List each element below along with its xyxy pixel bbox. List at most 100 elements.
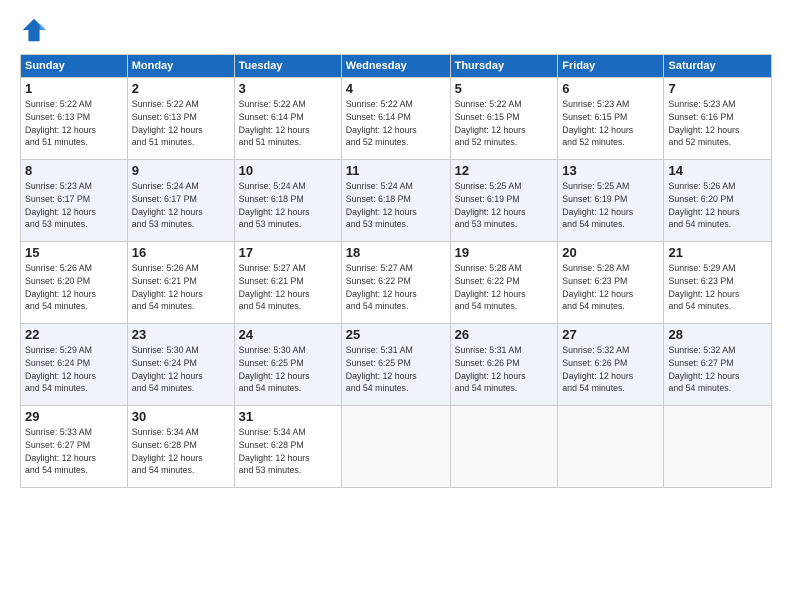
day-number: 26: [455, 327, 554, 342]
day-info: Sunrise: 5:26 AM Sunset: 6:20 PM Dayligh…: [668, 180, 767, 231]
col-header-thursday: Thursday: [450, 55, 558, 78]
calendar-cell: 9 Sunrise: 5:24 AM Sunset: 6:17 PM Daylig…: [127, 160, 234, 242]
day-number: 20: [562, 245, 659, 260]
day-number: 1: [25, 81, 123, 96]
header: [20, 16, 772, 44]
day-info: Sunrise: 5:34 AM Sunset: 6:28 PM Dayligh…: [239, 426, 337, 477]
day-info: Sunrise: 5:22 AM Sunset: 6:14 PM Dayligh…: [239, 98, 337, 149]
calendar-cell: 22 Sunrise: 5:29 AM Sunset: 6:24 PM Dayli…: [21, 324, 128, 406]
col-header-monday: Monday: [127, 55, 234, 78]
calendar-cell: 16 Sunrise: 5:26 AM Sunset: 6:21 PM Dayli…: [127, 242, 234, 324]
col-header-tuesday: Tuesday: [234, 55, 341, 78]
day-info: Sunrise: 5:27 AM Sunset: 6:21 PM Dayligh…: [239, 262, 337, 313]
day-info: Sunrise: 5:24 AM Sunset: 6:18 PM Dayligh…: [346, 180, 446, 231]
calendar-cell: 26 Sunrise: 5:31 AM Sunset: 6:26 PM Dayli…: [450, 324, 558, 406]
calendar-cell: 27Sunrise: 5:32 AM Sunset: 6:26 PM Dayli…: [558, 324, 664, 406]
day-info: Sunrise: 5:25 AM Sunset: 6:19 PM Dayligh…: [562, 180, 659, 231]
day-number: 25: [346, 327, 446, 342]
day-number: 8: [25, 163, 123, 178]
day-number: 17: [239, 245, 337, 260]
calendar-cell: 23 Sunrise: 5:30 AM Sunset: 6:24 PM Dayli…: [127, 324, 234, 406]
calendar-cell: 28Sunrise: 5:32 AM Sunset: 6:27 PM Dayli…: [664, 324, 772, 406]
calendar-cell: 15Sunrise: 5:26 AM Sunset: 6:20 PM Dayli…: [21, 242, 128, 324]
day-info: Sunrise: 5:34 AM Sunset: 6:28 PM Dayligh…: [132, 426, 230, 477]
day-info: Sunrise: 5:23 AM Sunset: 6:17 PM Dayligh…: [25, 180, 123, 231]
day-info: Sunrise: 5:29 AM Sunset: 6:24 PM Dayligh…: [25, 344, 123, 395]
col-header-wednesday: Wednesday: [341, 55, 450, 78]
calendar-cell: 30 Sunrise: 5:34 AM Sunset: 6:28 PM Dayli…: [127, 406, 234, 488]
col-header-friday: Friday: [558, 55, 664, 78]
day-number: 11: [346, 163, 446, 178]
page: SundayMondayTuesdayWednesdayThursdayFrid…: [0, 0, 792, 500]
day-number: 29: [25, 409, 123, 424]
week-row-1: 1 Sunrise: 5:22 AM Sunset: 6:13 PM Daylig…: [21, 78, 772, 160]
week-row-3: 15Sunrise: 5:26 AM Sunset: 6:20 PM Dayli…: [21, 242, 772, 324]
calendar-cell: 8 Sunrise: 5:23 AM Sunset: 6:17 PM Daylig…: [21, 160, 128, 242]
day-number: 28: [668, 327, 767, 342]
day-info: Sunrise: 5:25 AM Sunset: 6:19 PM Dayligh…: [455, 180, 554, 231]
day-number: 21: [668, 245, 767, 260]
logo: [20, 16, 50, 44]
day-number: 12: [455, 163, 554, 178]
day-info: Sunrise: 5:26 AM Sunset: 6:21 PM Dayligh…: [132, 262, 230, 313]
day-number: 22: [25, 327, 123, 342]
calendar-cell: 7Sunrise: 5:23 AM Sunset: 6:16 PM Daylig…: [664, 78, 772, 160]
day-number: 6: [562, 81, 659, 96]
week-row-2: 8 Sunrise: 5:23 AM Sunset: 6:17 PM Daylig…: [21, 160, 772, 242]
day-number: 9: [132, 163, 230, 178]
calendar-cell: 13Sunrise: 5:25 AM Sunset: 6:19 PM Dayli…: [558, 160, 664, 242]
day-info: Sunrise: 5:30 AM Sunset: 6:24 PM Dayligh…: [132, 344, 230, 395]
day-number: 7: [668, 81, 767, 96]
calendar-cell: 14 Sunrise: 5:26 AM Sunset: 6:20 PM Dayli…: [664, 160, 772, 242]
calendar-cell: 21 Sunrise: 5:29 AM Sunset: 6:23 PM Dayli…: [664, 242, 772, 324]
day-number: 2: [132, 81, 230, 96]
calendar-cell: 12 Sunrise: 5:25 AM Sunset: 6:19 PM Dayli…: [450, 160, 558, 242]
week-row-4: 22 Sunrise: 5:29 AM Sunset: 6:24 PM Dayli…: [21, 324, 772, 406]
day-info: Sunrise: 5:31 AM Sunset: 6:26 PM Dayligh…: [455, 344, 554, 395]
calendar-cell: 19 Sunrise: 5:28 AM Sunset: 6:22 PM Dayli…: [450, 242, 558, 324]
logo-icon: [20, 16, 48, 44]
day-info: Sunrise: 5:22 AM Sunset: 6:15 PM Dayligh…: [455, 98, 554, 149]
day-info: Sunrise: 5:24 AM Sunset: 6:17 PM Dayligh…: [132, 180, 230, 231]
day-number: 16: [132, 245, 230, 260]
calendar: SundayMondayTuesdayWednesdayThursdayFrid…: [20, 54, 772, 488]
calendar-cell: 31Sunrise: 5:34 AM Sunset: 6:28 PM Dayli…: [234, 406, 341, 488]
col-header-saturday: Saturday: [664, 55, 772, 78]
day-number: 19: [455, 245, 554, 260]
calendar-cell: 11 Sunrise: 5:24 AM Sunset: 6:18 PM Dayli…: [341, 160, 450, 242]
col-header-sunday: Sunday: [21, 55, 128, 78]
calendar-cell: 18 Sunrise: 5:27 AM Sunset: 6:22 PM Dayli…: [341, 242, 450, 324]
day-info: Sunrise: 5:33 AM Sunset: 6:27 PM Dayligh…: [25, 426, 123, 477]
day-info: Sunrise: 5:28 AM Sunset: 6:22 PM Dayligh…: [455, 262, 554, 313]
calendar-cell: [450, 406, 558, 488]
day-info: Sunrise: 5:29 AM Sunset: 6:23 PM Dayligh…: [668, 262, 767, 313]
day-info: Sunrise: 5:23 AM Sunset: 6:15 PM Dayligh…: [562, 98, 659, 149]
day-info: Sunrise: 5:30 AM Sunset: 6:25 PM Dayligh…: [239, 344, 337, 395]
calendar-cell: 10Sunrise: 5:24 AM Sunset: 6:18 PM Dayli…: [234, 160, 341, 242]
day-number: 14: [668, 163, 767, 178]
day-number: 27: [562, 327, 659, 342]
day-number: 5: [455, 81, 554, 96]
calendar-cell: [558, 406, 664, 488]
calendar-cell: 24 Sunrise: 5:30 AM Sunset: 6:25 PM Dayli…: [234, 324, 341, 406]
calendar-cell: 20Sunrise: 5:28 AM Sunset: 6:23 PM Dayli…: [558, 242, 664, 324]
week-row-5: 29 Sunrise: 5:33 AM Sunset: 6:27 PM Dayli…: [21, 406, 772, 488]
calendar-header-row: SundayMondayTuesdayWednesdayThursdayFrid…: [21, 55, 772, 78]
calendar-cell: [664, 406, 772, 488]
day-info: Sunrise: 5:22 AM Sunset: 6:13 PM Dayligh…: [25, 98, 123, 149]
calendar-cell: 25 Sunrise: 5:31 AM Sunset: 6:25 PM Dayli…: [341, 324, 450, 406]
calendar-cell: [341, 406, 450, 488]
day-number: 23: [132, 327, 230, 342]
day-number: 15: [25, 245, 123, 260]
day-number: 24: [239, 327, 337, 342]
calendar-cell: 2Sunrise: 5:22 AM Sunset: 6:13 PM Daylig…: [127, 78, 234, 160]
day-info: Sunrise: 5:24 AM Sunset: 6:18 PM Dayligh…: [239, 180, 337, 231]
calendar-cell: 29 Sunrise: 5:33 AM Sunset: 6:27 PM Dayli…: [21, 406, 128, 488]
day-info: Sunrise: 5:27 AM Sunset: 6:22 PM Dayligh…: [346, 262, 446, 313]
day-info: Sunrise: 5:22 AM Sunset: 6:14 PM Dayligh…: [346, 98, 446, 149]
day-number: 18: [346, 245, 446, 260]
calendar-cell: 1 Sunrise: 5:22 AM Sunset: 6:13 PM Daylig…: [21, 78, 128, 160]
day-number: 30: [132, 409, 230, 424]
day-info: Sunrise: 5:31 AM Sunset: 6:25 PM Dayligh…: [346, 344, 446, 395]
calendar-cell: 5 Sunrise: 5:22 AM Sunset: 6:15 PM Daylig…: [450, 78, 558, 160]
